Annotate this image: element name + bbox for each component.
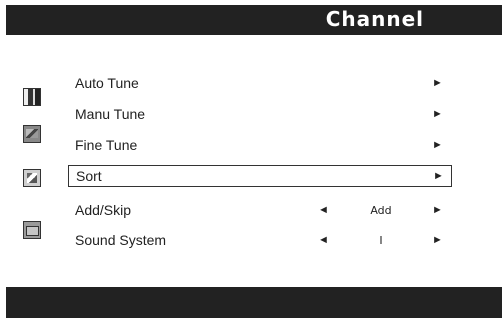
menu-item-add-skip[interactable]: Add/Skip ◄ Add ► (68, 200, 452, 222)
menu-item-manu-tune[interactable]: Manu Tune ► (68, 104, 452, 126)
page-title: Channel (325, 7, 424, 31)
arrow-right-icon[interactable]: ► (432, 108, 443, 120)
menu-item-auto-tune[interactable]: Auto Tune ► (68, 73, 452, 95)
menu-item-value: I (379, 234, 383, 247)
menu-item-label: Add/Skip (75, 202, 132, 218)
arrow-right-icon[interactable]: ► (432, 77, 443, 89)
menu-item-label: Sort (76, 168, 102, 184)
arrow-left-icon[interactable]: ◄ (318, 234, 329, 246)
arrow-right-icon[interactable]: ► (432, 234, 443, 246)
menu-item-value: Add (370, 204, 392, 217)
footer-bar (6, 287, 502, 318)
tv-picture-icon[interactable] (23, 88, 41, 106)
arrow-left-icon[interactable]: ◄ (318, 204, 329, 216)
arrow-right-icon[interactable]: ► (433, 170, 444, 182)
settings-icon[interactable] (23, 221, 41, 239)
menu-item-label: Manu Tune (75, 106, 146, 122)
hand-icon[interactable] (23, 169, 41, 187)
menu-item-sort[interactable]: Sort ► (68, 165, 452, 187)
menu-item-fine-tune[interactable]: Fine Tune ► (68, 135, 452, 157)
tuner-icon[interactable] (23, 125, 41, 143)
osd-screen: Channel Auto Tune ► Manu Tune ► Fine Tun… (6, 5, 502, 318)
menu-item-label: Sound System (75, 232, 167, 248)
arrow-right-icon[interactable]: ► (432, 139, 443, 151)
arrow-right-icon[interactable]: ► (432, 204, 443, 216)
menu-item-label: Auto Tune (75, 75, 139, 91)
menu-item-sound-system[interactable]: Sound System ◄ I ► (68, 230, 452, 252)
header-bar: Channel (6, 5, 502, 35)
menu-item-label: Fine Tune (75, 137, 138, 153)
